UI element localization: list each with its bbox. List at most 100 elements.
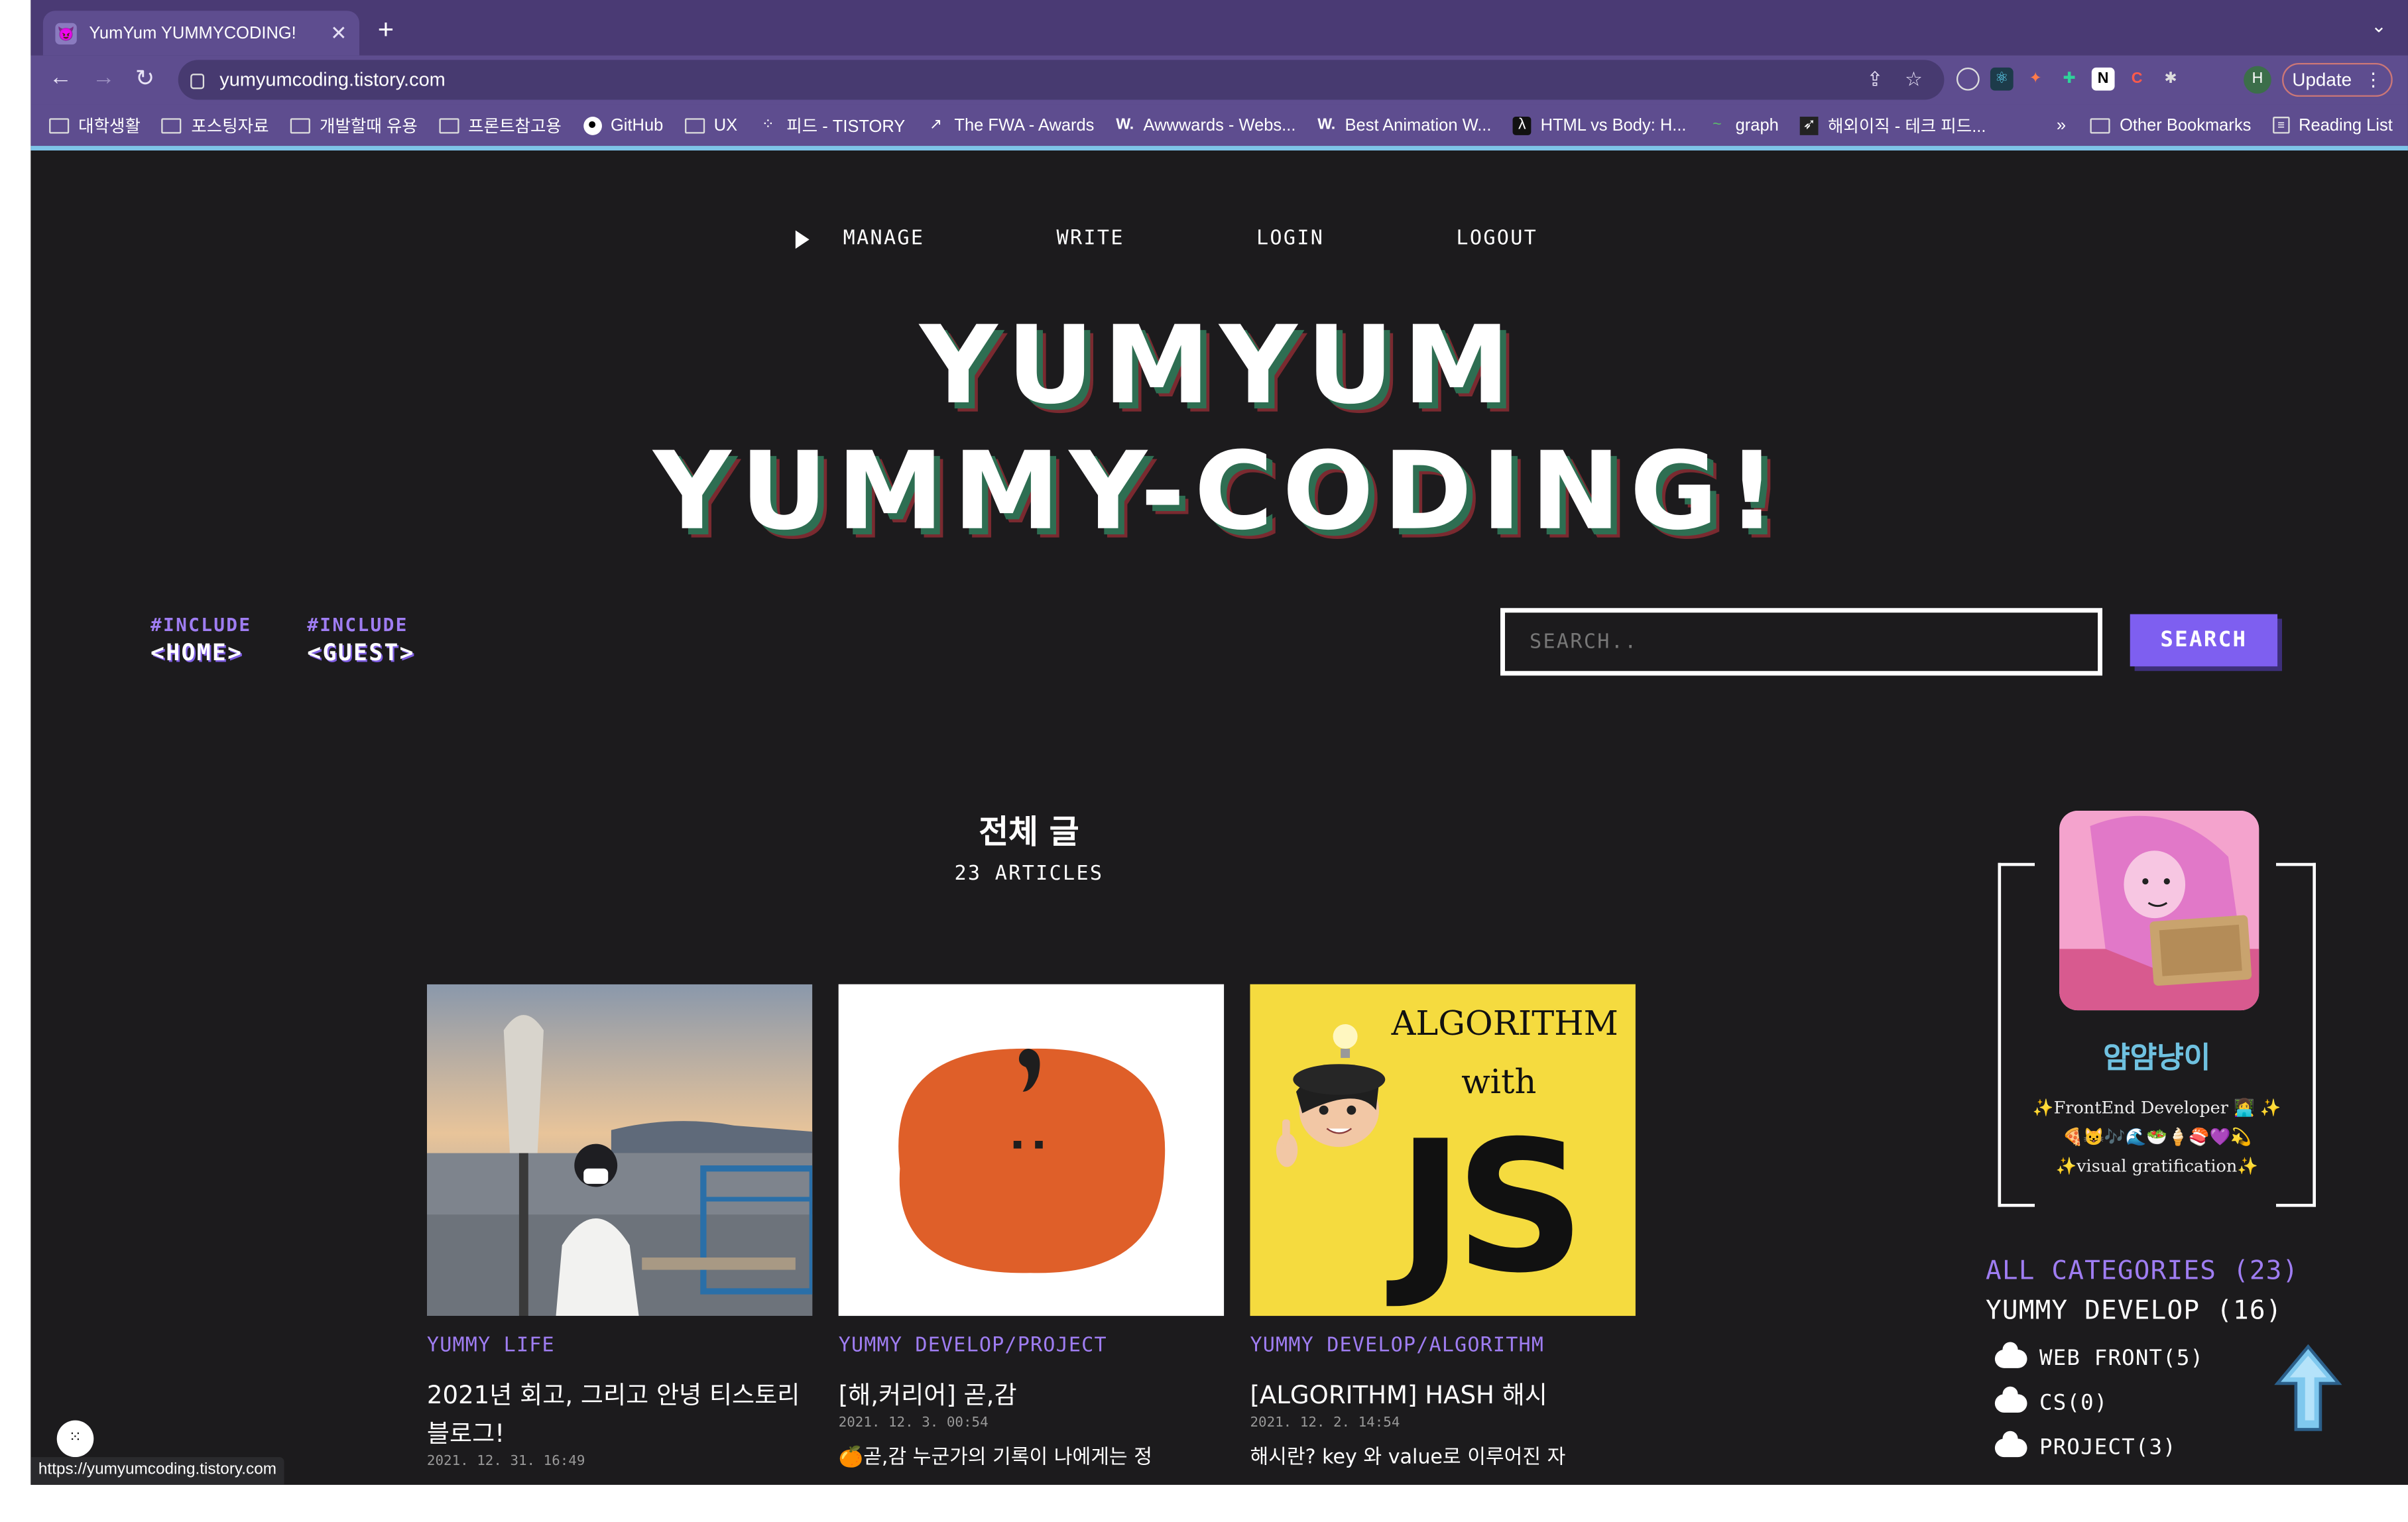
bookmark-item[interactable]: 개발할때 유용: [290, 113, 418, 137]
bookmark-label: GitHub: [610, 115, 664, 135]
include-directive: #INCLUDE: [150, 614, 252, 636]
category-label: PROJECT(3): [2039, 1435, 2177, 1460]
thumb-algorithm-text: ALGORITHM: [1391, 1006, 1618, 1045]
bookmark-item[interactable]: ● GitHub: [583, 115, 664, 135]
notion-icon[interactable]: N: [2091, 67, 2115, 91]
article-card[interactable]: ALGORITHM with JS YUMMY DEVELOP/ALGORITH…: [1250, 984, 1636, 1470]
article-excerpt: 🍊곧,감 누군가의 기록이 나에게는 정: [838, 1446, 1152, 1470]
bookmark-item[interactable]: ~ graph: [1708, 116, 1779, 135]
category-item[interactable]: WEB FRONT(5): [1994, 1342, 2299, 1371]
category-item[interactable]: CS(0): [1994, 1386, 2299, 1416]
share-icon[interactable]: ⇪: [1866, 68, 1883, 92]
article-thumbnail[interactable]: [838, 984, 1225, 1317]
article-category[interactable]: YUMMY LIFE: [427, 1334, 812, 1358]
reading-list-icon: ≡: [2272, 117, 2290, 134]
forward-arrow-icon[interactable]: →: [92, 64, 115, 90]
bookmark-item[interactable]: 대학생활: [49, 113, 141, 137]
site-favicon-icon: 😈: [55, 22, 77, 44]
article-card[interactable]: YUMMY LIFE 2021년 회고, 그리고 안녕 티스토리 블로그! 20…: [426, 984, 813, 1470]
bookmark-item[interactable]: 프론트참고용: [439, 113, 562, 137]
article-category[interactable]: YUMMY DEVELOP/ALGORITHM: [1250, 1334, 1635, 1358]
update-label: Update: [2292, 69, 2352, 91]
back-arrow-icon[interactable]: ←: [49, 64, 72, 90]
nav-logout-link[interactable]: LOGOUT: [1456, 227, 1537, 251]
extension-c-icon[interactable]: C: [2126, 68, 2149, 91]
search-input[interactable]: SEARCH..: [1500, 608, 2103, 676]
profile-desc-line2: 🍕😺🎶🌊🥗🍦🍣💜💫: [2062, 1127, 2252, 1147]
nav-write-link[interactable]: WRITE: [1057, 227, 1124, 251]
include-home-link[interactable]: #INCLUDE <HOME>: [150, 615, 251, 667]
extension-circle-icon[interactable]: [1956, 67, 1980, 91]
search-button[interactable]: SEARCH: [2130, 614, 2278, 667]
memoji-avatar-image: [1276, 1024, 1386, 1167]
category-label: CS(0): [2039, 1391, 2108, 1416]
bookmark-item[interactable]: 포스팅자료: [162, 113, 269, 137]
update-button[interactable]: Update ⋮: [2282, 62, 2393, 97]
bookmark-label: 개발할때 유용: [320, 117, 418, 136]
profile-image[interactable]: [2059, 811, 2259, 1011]
profile-name[interactable]: 얌얌냥이: [2001, 1035, 2313, 1077]
all-categories-link[interactable]: ALL CATEGORIES (23): [1986, 1256, 2299, 1287]
address-url[interactable]: yumyumcoding.tistory.com: [219, 69, 1866, 90]
react-devtools-icon[interactable]: ⚛: [1990, 67, 2014, 91]
category-item[interactable]: PROJECT(3): [1994, 1431, 2299, 1460]
extension-flame-icon[interactable]: ✦: [2024, 68, 2047, 91]
section-title: 전체 글: [979, 813, 1079, 851]
article-thumbnail[interactable]: ALGORITHM with JS: [1250, 984, 1636, 1317]
category-group-yummy-develop[interactable]: YUMMY DEVELOP (16): [1986, 1296, 2299, 1326]
browser-tab[interactable]: 😈 YumYum YUMMYCODING! ✕: [42, 11, 360, 56]
reload-icon[interactable]: ↻: [135, 64, 154, 92]
more-options-button[interactable]: ⁙: [56, 1420, 94, 1458]
new-tab-button[interactable]: +: [378, 14, 394, 46]
extension-leaf-icon[interactable]: ✚: [2058, 68, 2081, 91]
bookmark-star-icon[interactable]: ☆: [1905, 68, 1923, 92]
article-title[interactable]: [ALGORITHM] HASH 해시: [1250, 1376, 1635, 1414]
blog-title[interactable]: YUMYUM YUMMY-CODING!: [30, 312, 2408, 545]
article-title[interactable]: [해,커리어] 곧,감: [839, 1376, 1224, 1414]
bookmark-item[interactable]: W. Best Animation W...: [1317, 115, 1492, 135]
other-bookmarks-label: Other Bookmarks: [2120, 115, 2252, 135]
dots-grid-icon: ⁙: [68, 1429, 82, 1446]
bookmark-label: Best Animation W...: [1345, 115, 1492, 135]
browser-toolbar: ← → ↻ yumyumcoding.tistory.com ⇪ ☆ ⚛ ✦ ✚…: [30, 55, 2408, 105]
article-date: 2021. 12. 2. 14:54: [1250, 1415, 1400, 1431]
include-directive: #INCLUDE: [307, 614, 408, 636]
article-category[interactable]: YUMMY DEVELOP/PROJECT: [839, 1334, 1224, 1358]
nav-manage-link[interactable]: MANAGE: [843, 227, 925, 251]
extensions-puzzle-icon[interactable]: ✱: [2159, 68, 2183, 91]
address-bar[interactable]: yumyumcoding.tistory.com ⇪ ☆: [178, 60, 1945, 100]
bookmark-label: Awwwards - Webs...: [1143, 115, 1296, 135]
bookmark-label: 포스팅자료: [191, 117, 269, 136]
cloud-icon: [1994, 1431, 2027, 1458]
more-vertical-icon: ⋮: [2364, 69, 2383, 91]
reading-list[interactable]: ≡ Reading List: [2272, 116, 2393, 135]
profile-avatar[interactable]: H: [2244, 66, 2271, 94]
article-title[interactable]: 2021년 회고, 그리고 안녕 티스토리 블로그!: [427, 1376, 812, 1452]
article-date: 2021. 12. 31. 16:49: [426, 1454, 585, 1470]
bookmark-item[interactable]: ↗ The FWA - Awards: [927, 116, 1095, 135]
princess-bubblegum-image: [2059, 811, 2259, 1011]
bookmark-label: graph: [1735, 115, 1779, 135]
orange-blob-logo-image: [898, 1048, 1166, 1273]
bookmark-item[interactable]: W. Awwwards - Webs...: [1116, 115, 1296, 135]
bookmark-item[interactable]: ⁘ 피드 - TISTORY: [759, 113, 906, 137]
bookmark-item[interactable]: UX: [684, 116, 737, 135]
include-guest-link[interactable]: #INCLUDE <GUEST>: [307, 615, 415, 667]
article-thumbnail[interactable]: [426, 984, 813, 1317]
tab-search-chevron-icon[interactable]: ⌄: [2371, 15, 2386, 36]
other-bookmarks[interactable]: Other Bookmarks: [2090, 116, 2251, 135]
fwa-icon: ↗: [929, 115, 943, 133]
close-tab-icon[interactable]: ✕: [330, 21, 347, 45]
bookmark-item[interactable]: λ HTML vs Body: H...: [1512, 115, 1687, 135]
article-card[interactable]: YUMMY DEVELOP/PROJECT [해,커리어] 곧,감 2021. …: [838, 984, 1225, 1470]
folder-icon: [49, 117, 70, 133]
include-target: <GUEST>: [307, 638, 415, 667]
folder-icon: [2090, 117, 2111, 133]
scroll-top-arrow-icon[interactable]: [2274, 1344, 2342, 1436]
more-bookmarks-chevron-icon[interactable]: »: [2057, 116, 2066, 135]
page-load-bar: [30, 146, 2408, 150]
bookmark-item[interactable]: ➶ 해외이직 - 테크 피드...: [1800, 113, 1986, 137]
profile-widget: 얌얌냥이 ✨FrontEnd Developer 👩‍💻 ✨ 🍕😺🎶🌊🥗🍦🍣💜💫…: [1998, 811, 2316, 1207]
nav-login-link[interactable]: LOGIN: [1256, 227, 1324, 251]
graph-icon: ~: [1713, 115, 1722, 133]
